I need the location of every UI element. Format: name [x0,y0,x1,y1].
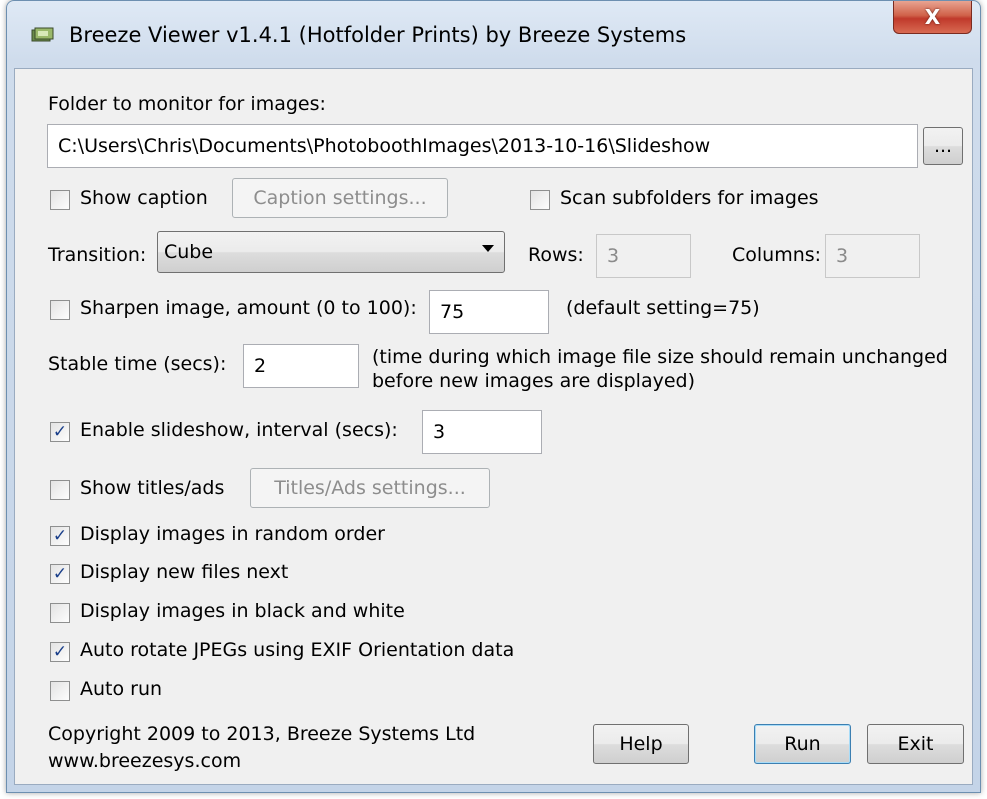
close-button[interactable]: X [893,1,972,34]
stable-time-input[interactable]: 2 [243,344,359,388]
slideshow-interval-value: 3 [433,421,446,443]
columns-input[interactable]: 3 [825,234,920,278]
columns-label: Columns: [732,244,822,266]
browse-button[interactable]: ... [923,127,963,165]
new-files-next-checkbox[interactable]: ✓ [50,564,70,584]
enable-slideshow-label: Enable slideshow, interval (secs): [80,419,398,441]
stable-time-label: Stable time (secs): [48,353,227,375]
dialog-body: Folder to monitor for images: C:\Users\C… [14,68,973,785]
folder-path-input[interactable]: C:\Users\Chris\Documents\PhotoboothImage… [47,124,918,168]
scan-subfolders-label: Scan subfolders for images [560,187,819,209]
help-button[interactable]: Help [593,724,689,764]
help-label: Help [619,733,663,755]
exit-label: Exit [897,733,934,755]
folder-path-value: C:\Users\Chris\Documents\PhotoboothImage… [58,135,711,157]
app-window: Breeze Viewer v1.4.1 (Hotfolder Prints) … [6,0,981,793]
checkmark-icon: ✓ [52,563,68,584]
folder-label: Folder to monitor for images: [48,93,326,115]
auto-run-checkbox[interactable] [50,681,70,701]
exit-button[interactable]: Exit [867,724,964,764]
black-and-white-checkbox[interactable] [50,603,70,623]
black-and-white-label: Display images in black and white [80,600,405,622]
app-icon [31,27,54,42]
run-label: Run [784,733,821,755]
browse-label: ... [933,135,953,157]
enable-slideshow-checkbox[interactable]: ✓ [50,422,70,442]
run-button[interactable]: Run [754,724,851,764]
sharpen-hint: (default setting=75) [566,297,760,319]
auto-rotate-label: Auto rotate JPEGs using EXIF Orientation… [80,639,515,661]
sharpen-label: Sharpen image, amount (0 to 100): [80,297,417,319]
title-bar: Breeze Viewer v1.4.1 (Hotfolder Prints) … [7,1,980,71]
stable-time-hint-line2: before new images are displayed) [372,370,696,392]
stable-time-hint: (time during which image file size shoul… [372,345,948,393]
show-caption-checkbox[interactable] [50,190,70,210]
sharpen-amount-input[interactable]: 75 [429,290,549,334]
transition-select[interactable]: Cube [157,231,505,273]
new-files-next-label: Display new files next [80,561,289,583]
titles-ads-settings-label: Titles/Ads settings... [274,477,466,499]
stable-time-hint-line1: (time during which image file size shoul… [372,346,948,368]
random-order-checkbox[interactable]: ✓ [50,526,70,546]
rows-label: Rows: [528,244,584,266]
auto-run-label: Auto run [80,678,163,700]
checkmark-icon: ✓ [52,641,68,662]
show-titles-checkbox[interactable] [50,480,70,500]
sharpen-amount-value: 75 [440,301,465,323]
slideshow-interval-input[interactable]: 3 [422,410,542,454]
checkmark-icon: ✓ [52,421,68,442]
show-titles-label: Show titles/ads [80,477,225,499]
random-order-label: Display images in random order [80,523,385,545]
website-text: www.breezesys.com [48,750,242,772]
sharpen-checkbox[interactable] [50,300,70,320]
rows-input[interactable]: 3 [596,234,691,278]
checkmark-icon: ✓ [52,525,68,546]
rows-value: 3 [607,245,620,267]
auto-rotate-checkbox[interactable]: ✓ [50,642,70,662]
copyright-text: Copyright 2009 to 2013, Breeze Systems L… [48,723,476,745]
columns-value: 3 [836,245,849,267]
transition-label: Transition: [48,244,147,266]
stable-time-value: 2 [254,355,267,377]
transition-value: Cube [164,241,214,263]
scan-subfolders-checkbox[interactable] [530,190,550,210]
titles-ads-settings-button[interactable]: Titles/Ads settings... [250,468,490,508]
show-caption-label: Show caption [80,187,208,209]
chevron-down-icon [482,245,494,252]
window-title: Breeze Viewer v1.4.1 (Hotfolder Prints) … [69,23,687,47]
caption-settings-label: Caption settings... [253,187,427,209]
close-icon: X [924,5,941,29]
caption-settings-button[interactable]: Caption settings... [232,178,448,218]
